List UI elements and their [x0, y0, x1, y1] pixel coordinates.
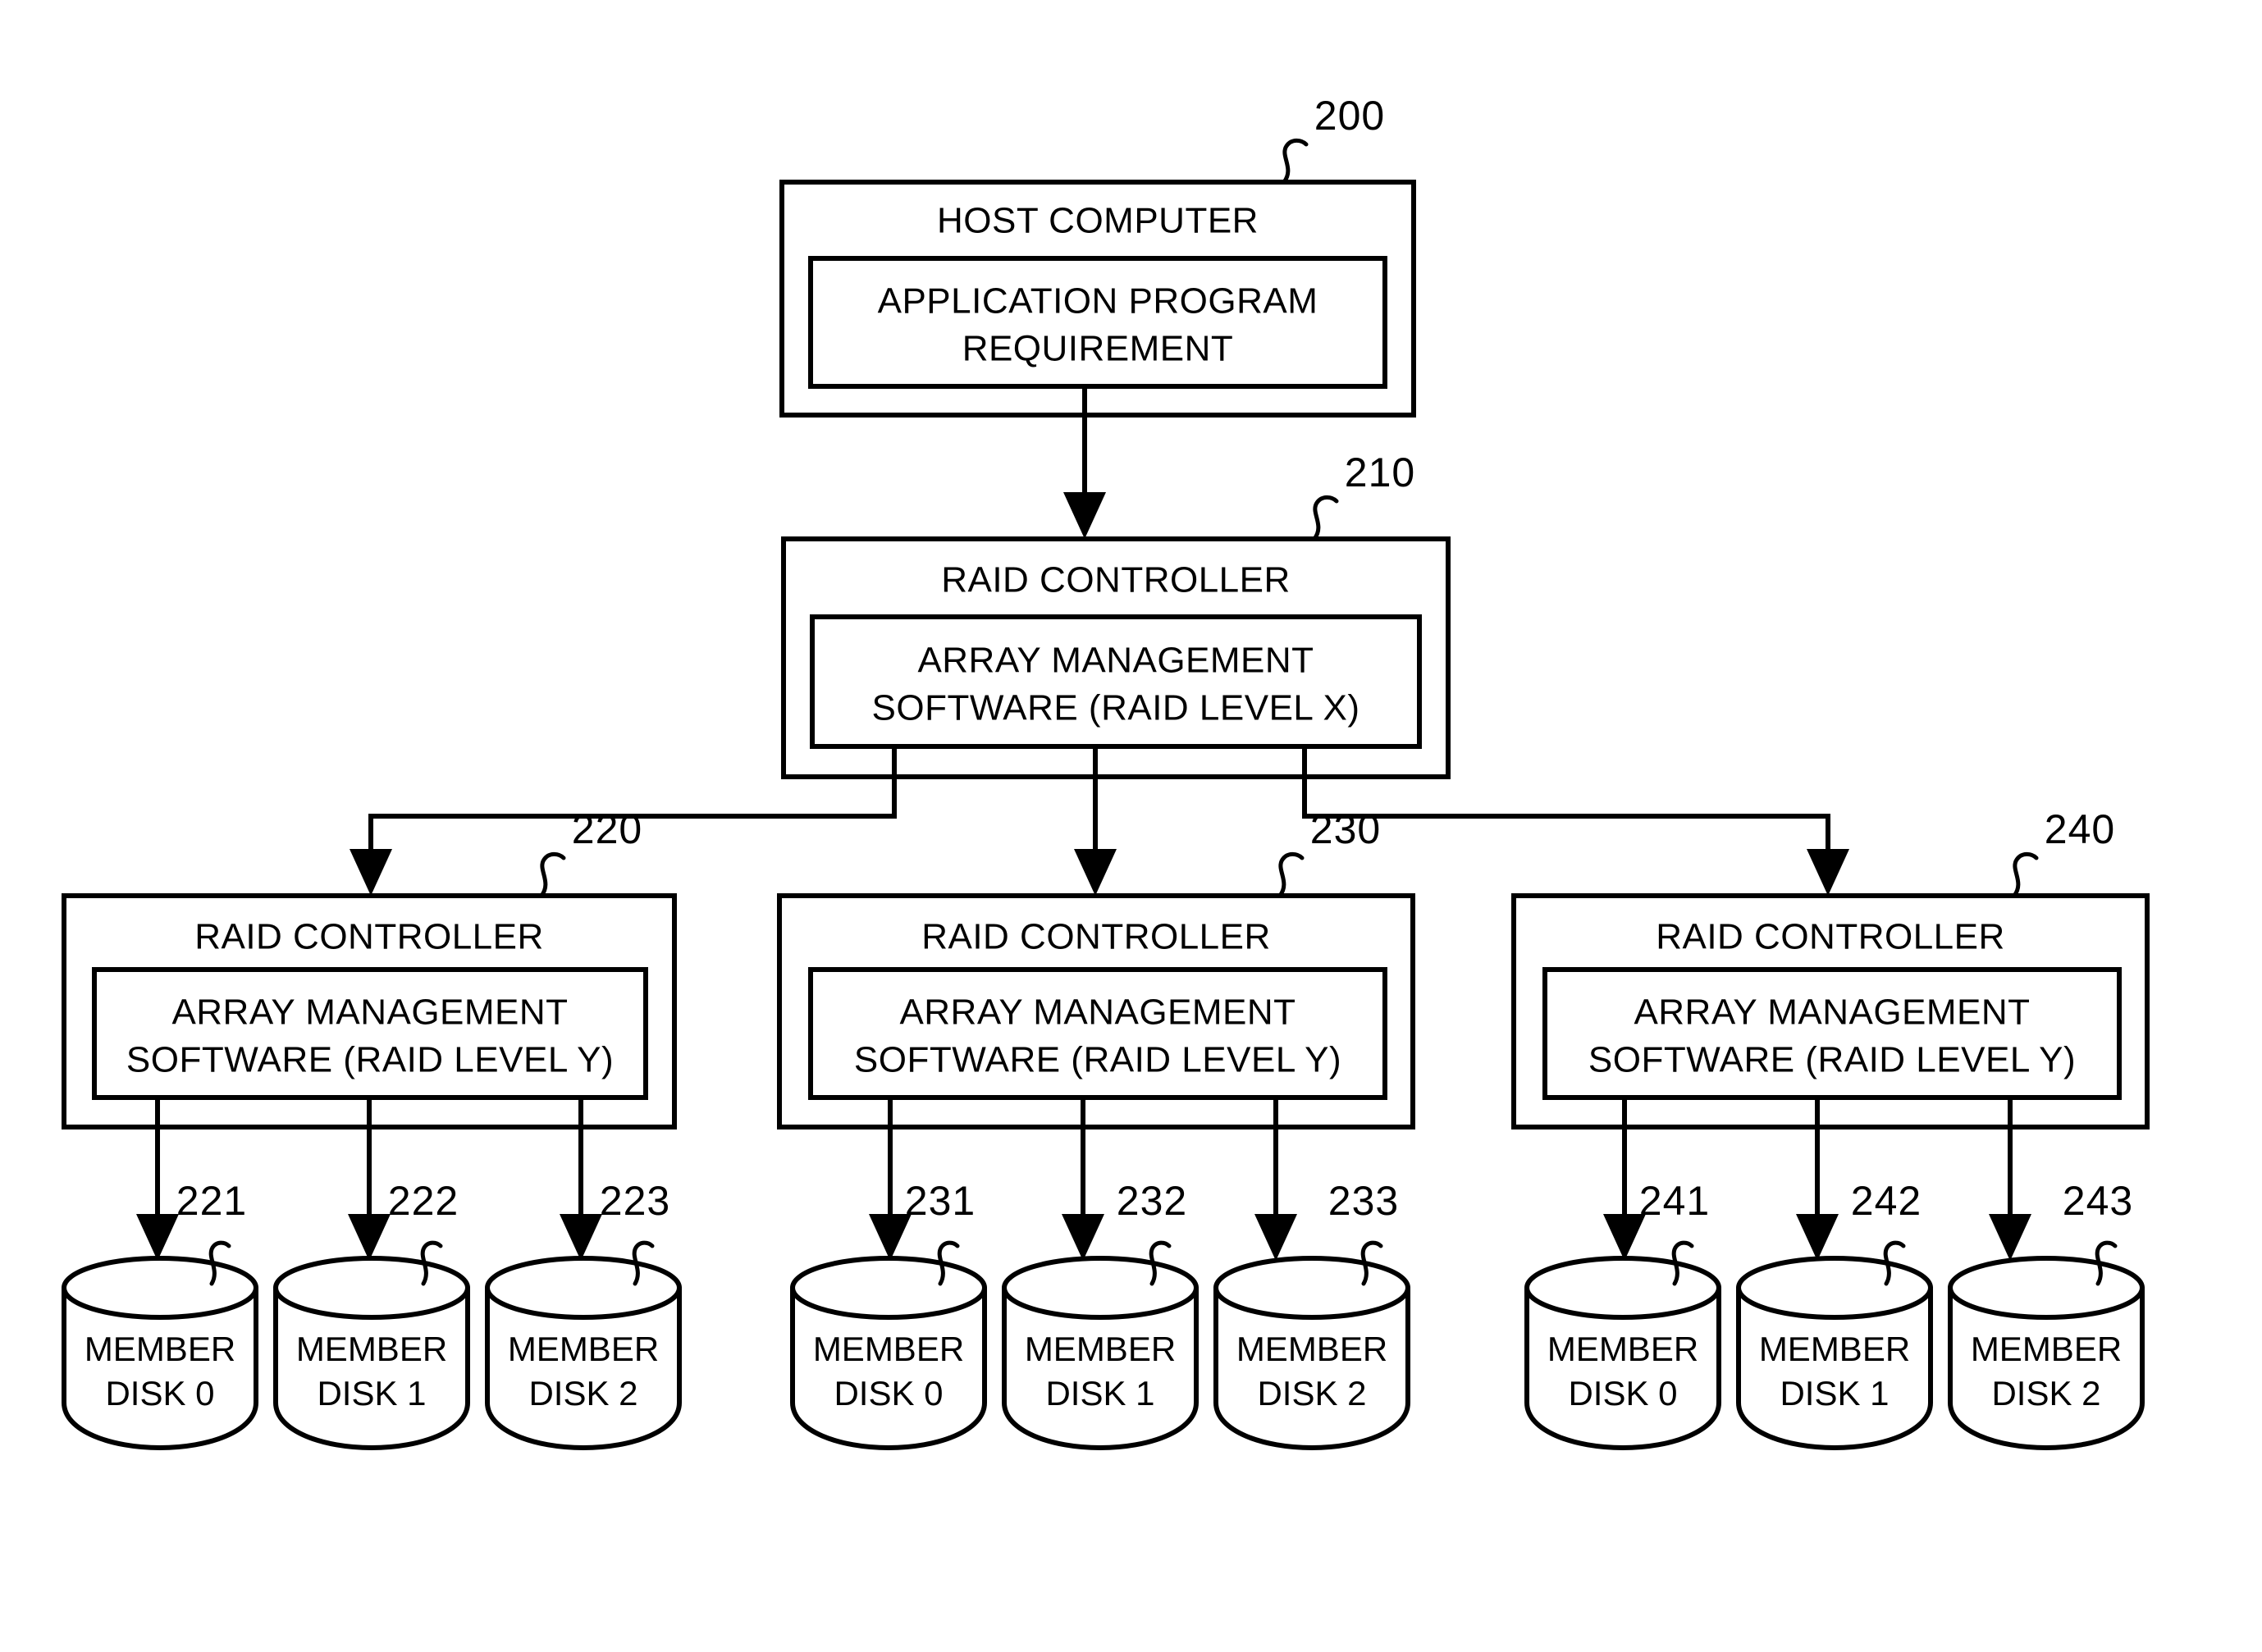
controller-220-inner-line2: SOFTWARE (RAID LEVEL Y)	[126, 1040, 614, 1080]
host-computer-lead-line	[1282, 138, 1309, 185]
master-controller-lead-line	[1312, 495, 1339, 541]
member-disk-233[interactable]: MEMBER DISK 2 233	[1213, 1178, 1410, 1450]
master-array-management-line1: ARRAY MANAGEMENT	[917, 641, 1314, 681]
arrowhead-to-disk-243	[1989, 1214, 2031, 1261]
application-program-line2: REQUIREMENT	[962, 329, 1234, 369]
controller-230-ref: 230	[1310, 806, 1381, 852]
controller-220-ref: 220	[572, 806, 642, 852]
disk-221-ref: 221	[176, 1178, 247, 1224]
disk-222-line2: DISK 1	[317, 1374, 426, 1412]
arrowhead-to-controller-240	[1807, 849, 1849, 896]
host-computer-ref: 200	[1314, 93, 1385, 139]
disk-233-line1: MEMBER	[1236, 1330, 1387, 1368]
host-computer-title: HOST COMPUTER	[937, 201, 1259, 241]
arrowhead-to-disk-242	[1796, 1214, 1839, 1261]
master-controller-title: RAID CONTROLLER	[941, 560, 1291, 600]
controller-230-inner-line1: ARRAY MANAGEMENT	[899, 993, 1296, 1033]
controller-220-inner-line1: ARRAY MANAGEMENT	[171, 993, 568, 1033]
arrowhead-to-disk-221	[136, 1214, 179, 1261]
master-raid-controller-block[interactable]: RAID CONTROLLER ARRAY MANAGEMENT SOFTWAR…	[781, 450, 1451, 779]
controller-240-inner-line2: SOFTWARE (RAID LEVEL Y)	[1588, 1040, 2076, 1080]
disk-232-ref: 232	[1117, 1178, 1187, 1224]
member-disk-243[interactable]: MEMBER DISK 2 243	[1948, 1178, 2145, 1450]
raid-architecture-diagram: HOST COMPUTER APPLICATION PROGRAM REQUIR…	[62, 93, 2150, 1450]
disk-223-line1: MEMBER	[508, 1330, 659, 1368]
disk-231-line2: DISK 0	[834, 1374, 943, 1412]
disk-241-line2: DISK 0	[1568, 1374, 1677, 1412]
controller-230-inner-line2: SOFTWARE (RAID LEVEL Y)	[854, 1040, 1341, 1080]
disk-243-line1: MEMBER	[1971, 1330, 2122, 1368]
disk-241-ref: 241	[1639, 1178, 1710, 1224]
disk-223-line2: DISK 2	[528, 1374, 637, 1412]
arrowhead-to-disk-222	[348, 1214, 391, 1261]
figure-canvas: HOST COMPUTER APPLICATION PROGRAM REQUIR…	[0, 0, 2262, 1652]
disk-243-line2: DISK 2	[1991, 1374, 2100, 1412]
controller-240-inner-line1: ARRAY MANAGEMENT	[1634, 993, 2030, 1033]
master-controller-ref: 210	[1345, 450, 1415, 495]
disk-232-line1: MEMBER	[1025, 1330, 1176, 1368]
disk-241-line1: MEMBER	[1547, 1330, 1698, 1368]
disk-232-line2: DISK 1	[1045, 1374, 1154, 1412]
controller-230-lead-line	[1277, 851, 1305, 898]
disk-233-ref: 233	[1328, 1178, 1399, 1224]
disk-242-line2: DISK 1	[1780, 1374, 1889, 1412]
controller-240-ref: 240	[2045, 806, 2115, 852]
controller-240-lead-line	[2012, 851, 2039, 898]
disk-223-ref: 223	[600, 1178, 670, 1224]
arrowhead-host-to-master	[1063, 492, 1106, 539]
host-computer-block[interactable]: HOST COMPUTER APPLICATION PROGRAM REQUIR…	[779, 93, 1416, 418]
disk-242-line1: MEMBER	[1759, 1330, 1910, 1368]
arrowhead-to-disk-232	[1062, 1214, 1104, 1261]
disk-233-line2: DISK 2	[1257, 1374, 1366, 1412]
controller-220-lead-line	[539, 851, 566, 898]
disk-222-ref: 222	[388, 1178, 459, 1224]
disk-221-line2: DISK 0	[105, 1374, 214, 1412]
controller-240-title: RAID CONTROLLER	[1656, 917, 2005, 957]
disk-221-line1: MEMBER	[85, 1330, 235, 1368]
disk-231-ref: 231	[905, 1178, 976, 1224]
disk-243-ref: 243	[2063, 1178, 2133, 1224]
controller-220-title: RAID CONTROLLER	[194, 917, 544, 957]
controller-230-title: RAID CONTROLLER	[921, 917, 1271, 957]
disk-242-ref: 242	[1851, 1178, 1922, 1224]
arrowhead-to-disk-233	[1254, 1214, 1297, 1261]
disk-231-line1: MEMBER	[813, 1330, 964, 1368]
arrowhead-to-controller-230	[1074, 849, 1117, 896]
application-program-line1: APPLICATION PROGRAM	[878, 281, 1318, 322]
arrowhead-to-controller-220	[350, 849, 392, 896]
master-array-management-line2: SOFTWARE (RAID LEVEL X)	[872, 688, 1360, 728]
disk-222-line1: MEMBER	[296, 1330, 447, 1368]
arrowhead-to-disk-223	[560, 1214, 602, 1261]
